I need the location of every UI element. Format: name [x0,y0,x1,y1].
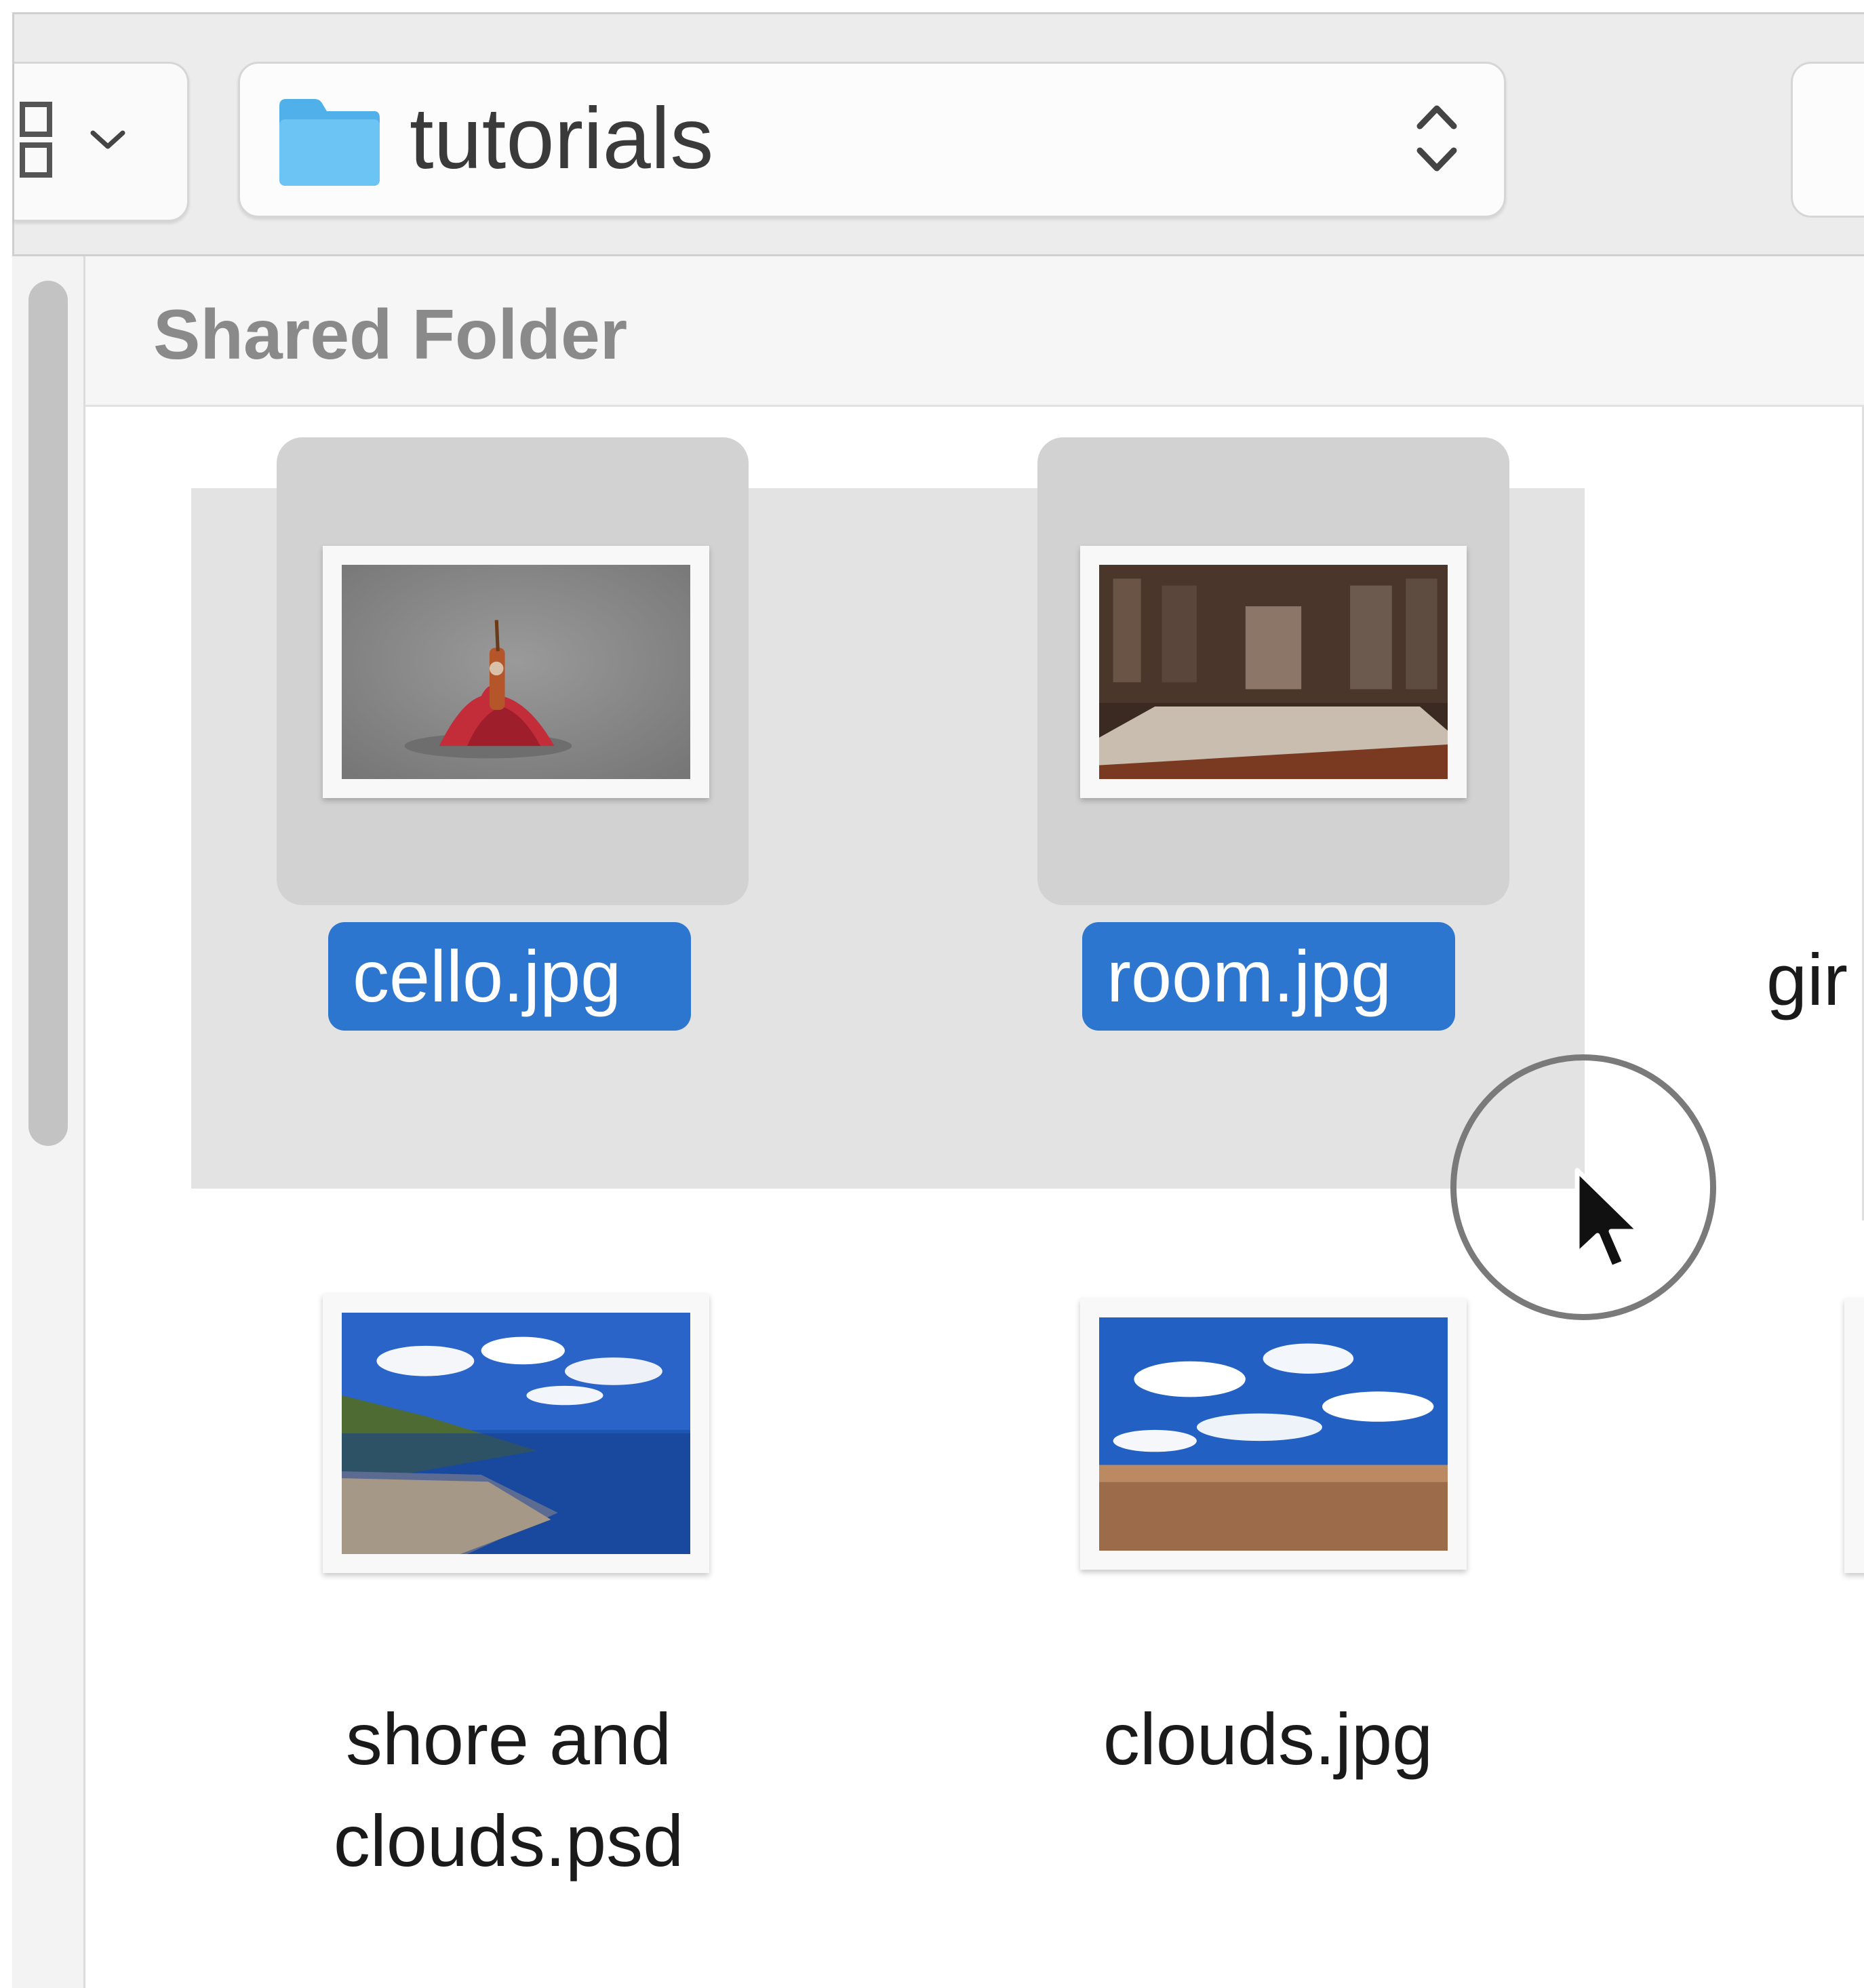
file-name-label-partial[interactable]: gir [1766,929,1848,1031]
current-folder-label: tutorials [410,90,714,187]
file-name-line: clouds.psd [333,1800,684,1882]
file-thumbnail-partial[interactable] [1844,1298,1864,1573]
icon-grid-icon [20,102,52,178]
cello-photo [342,565,690,779]
file-name-text: gir [1766,938,1848,1020]
path-popup-button[interactable]: tutorials [238,62,1506,218]
file-name-label[interactable]: shore and clouds.psd [305,1688,712,1892]
file-thumbnail-room[interactable] [1080,546,1467,798]
file-name-text: room.jpg [1107,935,1392,1017]
view-options-button[interactable] [14,62,189,222]
file-thumbnail-cello[interactable] [323,546,709,798]
room-photo [1099,565,1448,779]
file-thumbnail-clouds[interactable] [1080,1298,1467,1570]
folder-icon [279,99,380,186]
file-name-text: clouds.jpg [1103,1698,1433,1780]
vertical-scrollbar[interactable] [12,256,85,1988]
file-name-label-selected[interactable]: cello.jpg [328,922,691,1031]
shore-photo [342,1313,690,1554]
window-left-edge [0,0,12,1988]
toolbar: tutorials [12,12,1864,256]
file-name-label[interactable]: clouds.jpg [1058,1688,1478,1790]
clouds-photo [1099,1317,1448,1551]
section-header: Shared Folder [85,256,1864,407]
window-top-edge [0,0,1864,12]
section-title: Shared Folder [153,296,628,374]
file-thumbnail-shore[interactable] [323,1294,709,1573]
up-down-stepper-icon [1416,105,1457,172]
mouse-pointer-icon [1574,1168,1642,1271]
toolbar-button-partial[interactable] [1791,62,1864,218]
scrollbar-thumb[interactable] [28,281,68,1146]
file-name-text: cello.jpg [353,935,622,1017]
chevron-down-icon [90,130,125,149]
file-name-label-selected[interactable]: room.jpg [1082,922,1455,1031]
file-name-line: shore and [345,1698,672,1780]
